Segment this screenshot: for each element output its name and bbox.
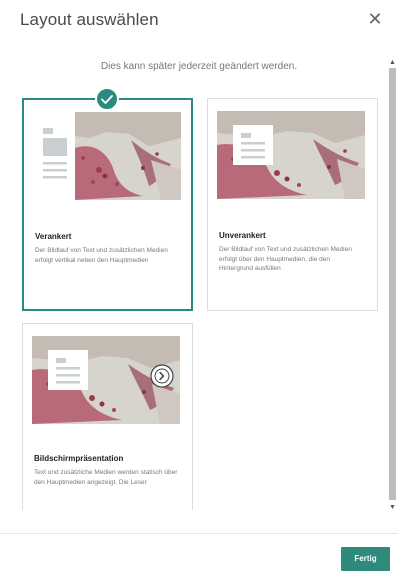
scrollbar-thumb[interactable] (389, 68, 396, 500)
layout-options-list[interactable]: Verankert Der Bildlauf von Text und zusä… (10, 80, 386, 510)
layout-description-bildschirmpraesentation: Text und zusätzliche Medien werden stati… (34, 469, 178, 486)
layout-card-unverankert[interactable]: Unverankert Der Bildlauf von Text und zu… (207, 98, 378, 311)
scroll-up-icon[interactable]: ▲ (388, 58, 397, 67)
done-button[interactable]: Fertig (341, 547, 390, 571)
layout-card-verankert[interactable]: Verankert Der Bildlauf von Text und zusä… (22, 98, 193, 311)
bildschirmpraesentation-preview (32, 336, 180, 424)
layout-name-unverankert: Unverankert (219, 231, 266, 240)
selected-check-icon (95, 87, 119, 111)
layout-card-bildschirmpraesentation[interactable]: Bildschirmpräsentation Text und zusätzli… (22, 323, 193, 510)
unverankert-preview (217, 111, 365, 199)
layout-name-bildschirmpraesentation: Bildschirmpräsentation (34, 454, 124, 463)
scroll-down-icon[interactable]: ▼ (388, 503, 397, 512)
footer-divider (0, 533, 398, 534)
verankert-preview (33, 112, 181, 200)
layout-description-unverankert: Der Bildlauf von Text und zusätzlichen M… (219, 246, 352, 272)
layout-dialog: Layout auswählen ✕ Dies kann später jede… (0, 0, 398, 572)
dialog-title: Layout auswählen (20, 10, 159, 29)
close-icon[interactable]: ✕ (366, 10, 384, 28)
dialog-subtitle: Dies kann später jederzeit geändert werd… (100, 61, 298, 72)
layout-name-verankert: Verankert (35, 232, 72, 241)
layout-description-verankert: Der Bildlauf von Text und zusätzlichen M… (35, 247, 168, 264)
